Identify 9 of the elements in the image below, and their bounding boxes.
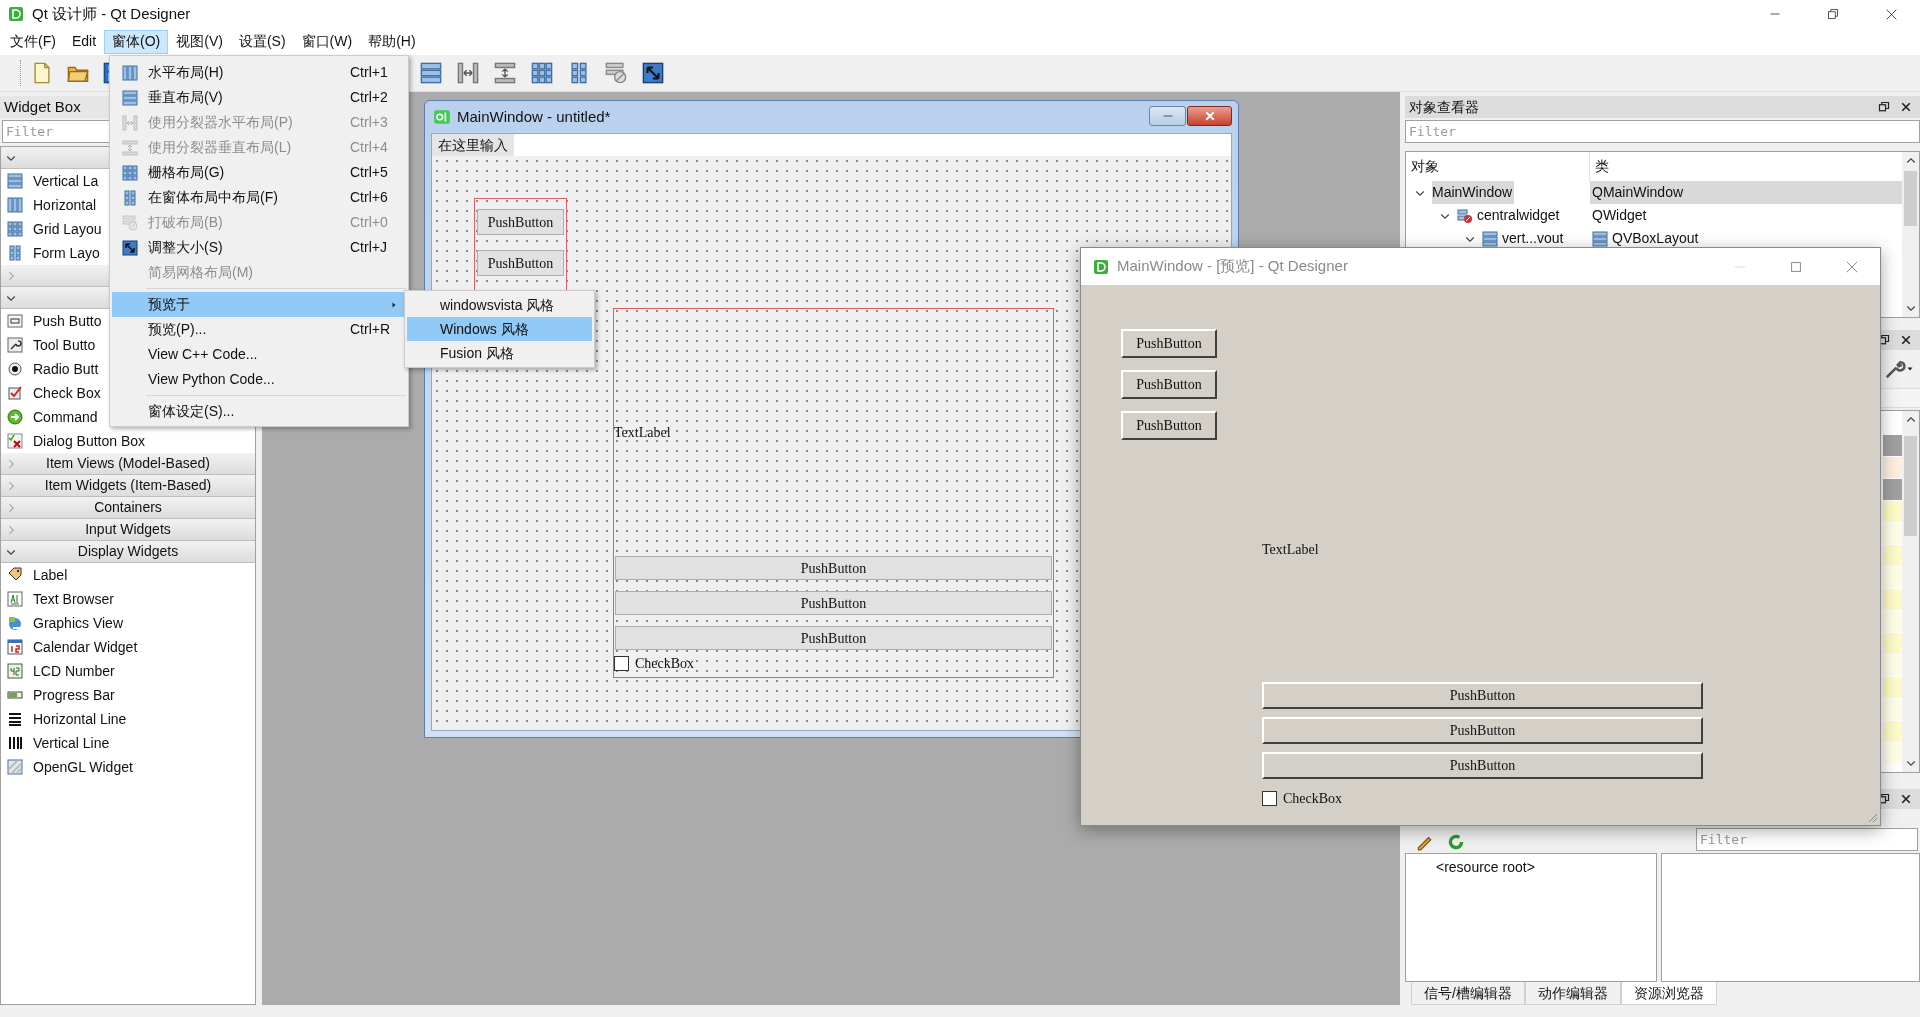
tree-cell: QVBoxLayout <box>1590 227 1902 250</box>
text-label: TextLabel <box>1262 541 1319 559</box>
window-title: Qt 设计师 - Qt Designer <box>32 3 192 24</box>
tree-cell: QMainWindow <box>1590 181 1902 204</box>
panel-title: 对象查看器 <box>1409 97 1480 117</box>
tree-cell-text: QWidget <box>1591 206 1648 225</box>
text-label: TextLabel <box>614 424 671 442</box>
window-title: MainWindow - [预览] - Qt Designer <box>1117 256 1348 277</box>
window-title: MainWindow - untitled* <box>457 106 611 127</box>
